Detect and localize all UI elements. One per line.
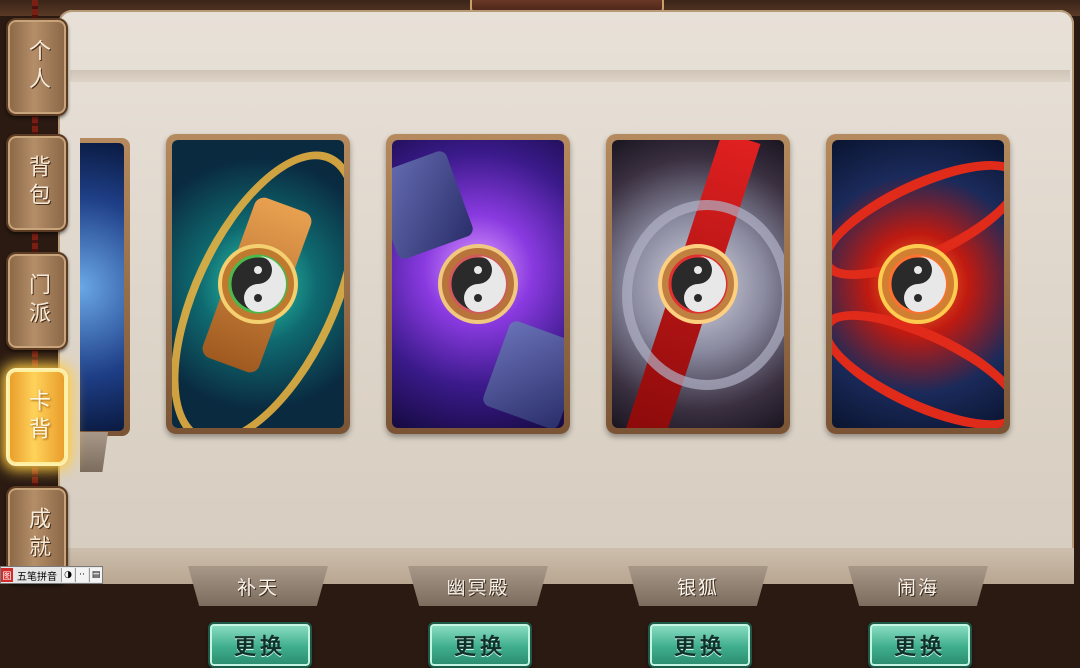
tab-backpack[interactable]: 背包 [6, 134, 68, 232]
punctuation-icon[interactable]: ·· [75, 568, 88, 582]
tab-label: 背包 [25, 155, 50, 211]
tab-sect[interactable]: 门派 [6, 252, 68, 350]
card-art [832, 140, 1004, 428]
card-frame[interactable] [386, 134, 570, 434]
yin-yang-icon [438, 244, 518, 324]
card-youmingdian[interactable]: 幽冥殿 更换 [386, 134, 570, 668]
tab-card-back[interactable]: 卡背 [6, 368, 68, 466]
tab-label: 门派 [25, 273, 50, 329]
card-art [172, 140, 344, 428]
card-yinhu[interactable]: 银狐 更换 [606, 134, 790, 668]
card-name-label: 补天 [188, 566, 328, 606]
card-frame[interactable] [826, 134, 1010, 434]
sidebar: 个人 背包 门派 卡背 成就 [0, 0, 80, 584]
ime-logo-icon: 图 [1, 568, 13, 582]
card-butian[interactable]: 补天 更换 [166, 134, 350, 668]
tab-label: 卡背 [25, 389, 50, 445]
partial-card[interactable] [80, 138, 130, 436]
card-name-label: 幽冥殿 [408, 566, 548, 606]
tab-label: 成就 [25, 507, 50, 563]
yin-yang-icon [218, 244, 298, 324]
swap-button[interactable]: 更换 [428, 622, 532, 668]
card-naohai[interactable]: 闹海 更换 [826, 134, 1010, 668]
yin-yang-icon [658, 244, 738, 324]
card-frame[interactable] [166, 134, 350, 434]
swap-button[interactable]: 更换 [868, 622, 972, 668]
tab-personal[interactable]: 个人 [6, 18, 68, 116]
card-art [392, 140, 564, 428]
card-frame[interactable] [606, 134, 790, 434]
tab-label: 个人 [25, 39, 50, 95]
moon-icon[interactable]: ◑ [61, 568, 74, 582]
card-name-label: 闹海 [848, 566, 988, 606]
ime-mode-label[interactable]: 五笔拼音 [14, 568, 60, 583]
swap-button[interactable]: 更换 [208, 622, 312, 668]
ime-toolbar[interactable]: 图 五笔拼音 ◑ ·· ▤ [0, 566, 103, 584]
panel-band [70, 70, 1070, 82]
card-art [612, 140, 784, 428]
card-name-label: 银狐 [628, 566, 768, 606]
yin-yang-icon [878, 244, 958, 324]
swap-button[interactable]: 更换 [648, 622, 752, 668]
keyboard-icon[interactable]: ▤ [89, 568, 102, 582]
